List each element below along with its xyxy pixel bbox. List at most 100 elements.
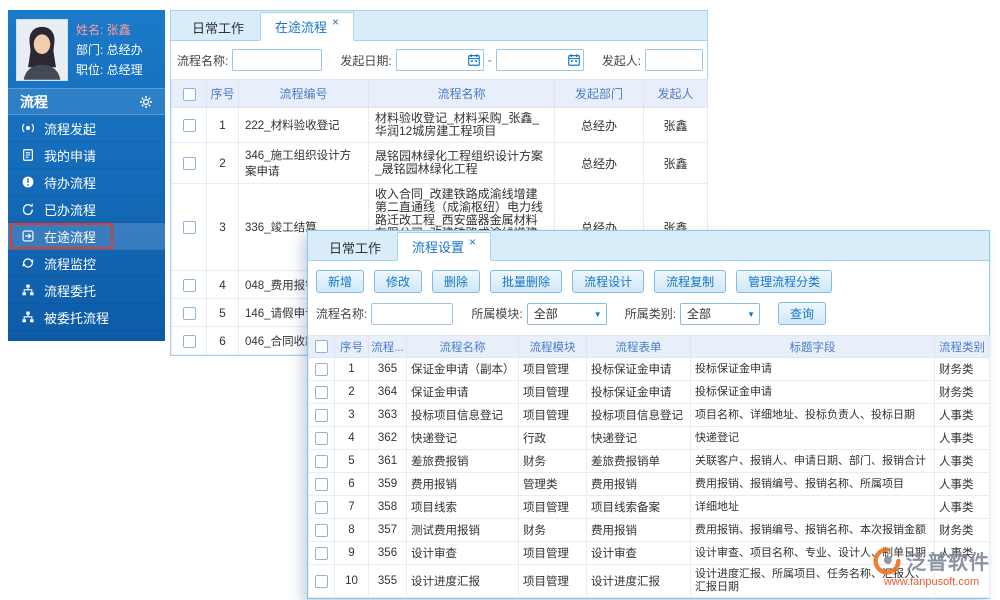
cell-id: 355 xyxy=(368,564,407,598)
cell-no: 5 xyxy=(334,449,369,473)
initiator-label: 发起人: xyxy=(601,53,642,68)
process-name-input[interactable] xyxy=(371,302,454,325)
cell-module: 项目管理 xyxy=(518,380,587,404)
transit-icon xyxy=(21,229,35,243)
cell-category: 人事类 xyxy=(934,449,990,473)
cell-name: 材料验收登记_材料采购_张鑫_华润12城房建工程项目 xyxy=(368,107,555,143)
row-checkbox[interactable] xyxy=(182,119,196,133)
close-tab-icon[interactable]: × xyxy=(469,236,476,248)
avatar xyxy=(16,19,68,81)
category-select[interactable]: 全部 ▼ xyxy=(680,302,761,325)
cell-name: 快递登记 xyxy=(406,426,519,450)
sidebar-item-initiate[interactable]: 流程发起 xyxy=(8,115,165,142)
cell-name: 设计审查 xyxy=(406,541,519,565)
sidebar-item-delegation[interactable]: 流程委托 xyxy=(8,277,165,304)
row-checkbox[interactable] xyxy=(315,500,328,514)
table-row: 7 358 项目线索 项目管理 项目线索备案 详细地址 人事类 xyxy=(308,495,990,519)
sidebar-section-title: 流程 xyxy=(20,93,48,110)
cell-name: 设计进度汇报 xyxy=(406,564,519,598)
delete-button[interactable]: 删除 xyxy=(432,270,481,293)
cell-category: 财务类 xyxy=(934,380,990,404)
row-checkbox[interactable] xyxy=(315,362,328,376)
cell-title-field: 项目名称、详细地址、投标负责人、投标日期 xyxy=(690,403,935,427)
col-header-initiator: 发起人 xyxy=(643,79,708,108)
col-header-dept: 发起部门 xyxy=(554,79,644,108)
tab-in-transit[interactable]: 在途流程 × xyxy=(260,12,355,41)
sidebar-item-label: 流程委托 xyxy=(44,283,97,299)
cell-form: 费用报销 xyxy=(586,518,691,542)
row-checkbox[interactable] xyxy=(315,546,328,560)
cell-form: 投标保证金申请 xyxy=(586,380,691,404)
sidebar-item-pending[interactable]: 待办流程 xyxy=(8,169,165,196)
cell-module: 财务 xyxy=(518,449,587,473)
tab-daily-work[interactable]: 日常工作 xyxy=(178,14,258,40)
table-row: 8 357 测试费用报销 财务 费用报销 费用报销、报销编号、报销名称、本次报销金额 财务类 xyxy=(308,518,990,542)
cell-code: 222_材料验收登记 xyxy=(238,107,369,143)
cell-category: 人事类 xyxy=(934,472,990,496)
row-checkbox[interactable] xyxy=(315,523,328,537)
sidebar-nav: 流程发起 我的申请 待办流程 已办流程在途流程流程监控流程委托被委托流程 xyxy=(8,115,165,331)
sidebar-item-label: 在途流程 xyxy=(44,229,97,245)
row-checkbox[interactable] xyxy=(315,408,328,422)
batch-delete-button[interactable]: 批量删除 xyxy=(490,270,563,293)
chevron-down-icon: ▼ xyxy=(747,309,756,319)
row-checkbox[interactable] xyxy=(315,574,328,588)
calendar-icon[interactable] xyxy=(467,53,481,67)
sidebar-item-completed[interactable]: 已办流程 xyxy=(8,196,165,223)
select-all-checkbox[interactable] xyxy=(315,340,328,353)
sidebar-item-my-applications[interactable]: 我的申请 xyxy=(8,142,165,169)
row-checkbox[interactable] xyxy=(182,157,196,171)
sidebar-item-monitor[interactable]: 流程监控 xyxy=(8,250,165,277)
calendar-icon[interactable] xyxy=(567,53,581,67)
org-icon xyxy=(21,283,35,297)
cell-category: 人事类 xyxy=(934,495,990,519)
row-checkbox[interactable] xyxy=(315,431,328,445)
user-profile: 姓名: 张鑫 部门: 总经办 职位: 总经理 xyxy=(8,10,165,88)
module-select[interactable]: 全部 ▼ xyxy=(526,302,607,325)
cell-no: 1 xyxy=(206,107,239,143)
row-checkbox[interactable] xyxy=(182,221,196,235)
cell-form: 差旅费报销单 xyxy=(586,449,691,473)
search-button[interactable]: 查询 xyxy=(778,302,827,325)
cell-category: 人事类 xyxy=(934,426,990,450)
cell-no: 10 xyxy=(334,564,369,598)
add-button[interactable]: 新增 xyxy=(316,270,365,293)
tab-daily-work[interactable]: 日常工作 xyxy=(315,234,395,260)
select-all-checkbox[interactable] xyxy=(182,87,196,101)
table-row: 4 362 快递登记 行政 快递登记 快递登记 人事类 xyxy=(308,426,990,450)
cell-module: 项目管理 xyxy=(518,495,587,519)
process-copy-button[interactable]: 流程复制 xyxy=(654,270,727,293)
table-row: 2 346_施工组织设计方案申请 晟铭园林绿化工程组织设计方案_晟铭园林绿化工程 总经… xyxy=(171,142,708,184)
row-checkbox[interactable] xyxy=(315,477,328,491)
cell-id: 359 xyxy=(368,472,407,496)
gear-icon[interactable] xyxy=(139,95,153,109)
process-design-button[interactable]: 流程设计 xyxy=(572,270,645,293)
module-select-value: 全部 xyxy=(533,307,558,321)
watermark-url: www.fanpusoft.com xyxy=(883,576,980,588)
panel2-filters: 流程名称: 所属模块: 全部 ▼ 所属类别: 全部 ▼ 查询 xyxy=(308,301,989,335)
cell-name: 费用报销 xyxy=(406,472,519,496)
close-tab-icon[interactable]: × xyxy=(332,16,339,28)
sidebar-item-in-transit[interactable]: 在途流程 xyxy=(8,223,165,250)
cell-no: 2 xyxy=(334,380,369,404)
process-name-input[interactable] xyxy=(232,49,323,71)
sidebar-item-delegated[interactable]: 被委托流程 xyxy=(8,304,165,331)
initiator-input[interactable] xyxy=(645,49,704,71)
process-name-label: 流程名称: xyxy=(177,53,229,68)
cell-initiator: 张鑫 xyxy=(643,142,708,184)
row-checkbox[interactable] xyxy=(315,385,328,399)
done-icon xyxy=(21,202,35,216)
cell-id: 365 xyxy=(368,357,407,381)
row-checkbox[interactable] xyxy=(315,454,328,468)
row-checkbox[interactable] xyxy=(182,334,196,348)
col-header-code: 流程编号 xyxy=(238,79,369,108)
manage-categories-button[interactable]: 管理流程分类 xyxy=(736,270,833,293)
cell-form: 费用报销 xyxy=(586,472,691,496)
chevron-down-icon: ▼ xyxy=(593,309,602,319)
row-checkbox[interactable] xyxy=(182,306,196,320)
tab-process-settings[interactable]: 流程设置 × xyxy=(397,232,492,261)
row-checkbox[interactable] xyxy=(182,278,196,292)
edit-button[interactable]: 修改 xyxy=(374,270,423,293)
tab-label: 日常工作 xyxy=(192,20,245,36)
cell-name: 项目线索 xyxy=(406,495,519,519)
